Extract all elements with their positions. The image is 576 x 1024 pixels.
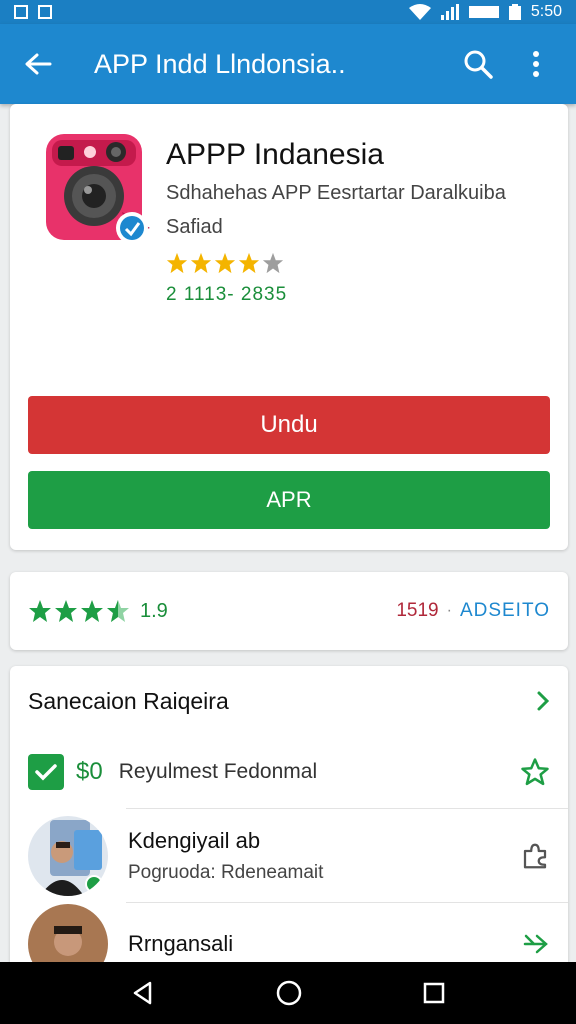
- star-icon: [238, 252, 260, 274]
- star-icon: [55, 600, 77, 622]
- star-outline-icon[interactable]: [520, 757, 550, 787]
- rating-stars: [28, 599, 130, 623]
- signal-icon: [440, 4, 459, 20]
- list-item[interactable]: Kdengiyail ab Pogruoda: Rdeneamait: [10, 810, 568, 902]
- star-icon: [29, 600, 51, 622]
- review-count: 1519: [396, 600, 439, 621]
- page-title: APP Indd Llndonsia..: [94, 48, 346, 79]
- back-button[interactable]: [18, 44, 58, 84]
- forward-arrow-icon[interactable]: [522, 932, 550, 956]
- star-icon: [81, 600, 103, 622]
- list-item[interactable]: $0 Reyulmest Fedonmal: [10, 736, 568, 808]
- item-label: Reyulmest Fedonmal: [118, 760, 318, 783]
- download-count: 2 1113- 2835: [166, 284, 288, 305]
- app-bar: APP Indd Llndonsia..: [0, 24, 576, 104]
- item-body: Kdengiyail ab Pogruoda: Rdeneamait: [128, 828, 520, 884]
- star-empty-icon: [262, 252, 284, 274]
- search-button[interactable]: [456, 42, 500, 86]
- item-title: Kdengiyail ab: [128, 828, 261, 853]
- notification-icons: [14, 5, 52, 19]
- app-details-card: APPP Indanesia Sdhahehas APP Eesrtartar …: [10, 104, 568, 550]
- status-time: 5:50: [530, 3, 562, 20]
- divider: [126, 808, 568, 809]
- app-description: Sdhahehas APP Eesrtartar Daralkuiba Safi…: [166, 182, 506, 238]
- item-price: $0: [76, 758, 103, 785]
- rating-summary-card[interactable]: 1.9 1519 · ADSEITO: [10, 572, 568, 650]
- item-title: Rrngansali: [128, 931, 234, 956]
- search-icon: [464, 50, 493, 79]
- chevron-right-icon: [537, 691, 550, 711]
- star-icon: [190, 252, 212, 274]
- open-button[interactable]: APR: [28, 471, 550, 529]
- star-icon: [166, 252, 188, 274]
- app-name: APPP Indanesia: [166, 138, 384, 171]
- item-subtitle: Pogruoda: Rdeneamait: [128, 862, 324, 883]
- system-nav-bar: [0, 962, 576, 1024]
- star-icon: [214, 252, 236, 274]
- image-notification-icon: [38, 5, 52, 19]
- star-half-icon: [107, 600, 129, 622]
- related-section-card: Sanecaion Raiqeira $0 Reyulmest Fedonmal: [10, 666, 568, 976]
- avatar: [28, 816, 108, 896]
- camera-app-icon: [46, 134, 150, 244]
- battery-icon: [508, 4, 521, 20]
- reviews-link[interactable]: ADSEITO: [460, 600, 550, 622]
- status-indicators: 5:50: [408, 3, 562, 21]
- section-title: Sanecaion Raiqeira: [28, 687, 229, 714]
- more-vert-icon: [533, 51, 539, 77]
- notification-icon: [14, 5, 28, 19]
- checkbox-checked-icon[interactable]: [28, 754, 64, 790]
- section-header[interactable]: Sanecaion Raiqeira: [10, 666, 568, 736]
- app-rating: [166, 252, 284, 274]
- divider: [126, 902, 568, 903]
- arrow-left-icon: [25, 53, 52, 75]
- data-icon: [468, 6, 499, 18]
- rating-value: 1.9: [140, 599, 168, 622]
- status-bar: 5:50: [0, 0, 576, 24]
- puzzle-icon[interactable]: [520, 841, 550, 871]
- item-body: Rrngansali: [128, 931, 522, 957]
- back-nav-icon[interactable]: [130, 980, 156, 1006]
- separator-dot: ·: [446, 602, 452, 619]
- overflow-menu-button[interactable]: [514, 42, 558, 86]
- recents-nav-icon[interactable]: [422, 981, 446, 1005]
- wifi-icon: [408, 4, 431, 20]
- install-button[interactable]: Undu: [28, 396, 550, 454]
- home-nav-icon[interactable]: [275, 979, 303, 1007]
